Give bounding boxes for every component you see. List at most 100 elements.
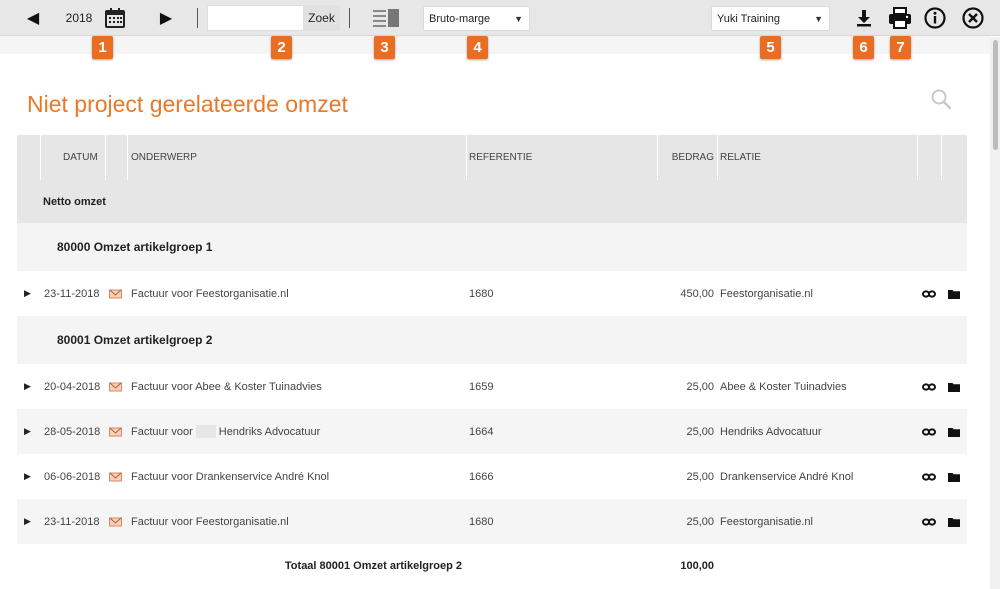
expand-chevron-icon[interactable]: ▶: [24, 271, 31, 316]
header-band: [0, 36, 990, 54]
row-datum: 23-11-2018: [44, 515, 100, 528]
section-label: Netto omzet: [43, 195, 106, 208]
row-bedrag: 25,00: [686, 470, 714, 483]
close-button[interactable]: [961, 0, 985, 36]
folder-icon[interactable]: [948, 271, 960, 316]
row-bedrag: 25,00: [686, 515, 714, 528]
invoice-icon: [109, 499, 122, 544]
row-referentie: 1680: [469, 287, 494, 300]
layout-toggle-icon: [373, 9, 399, 27]
group-total-value: 100,00: [680, 559, 714, 572]
annotation-badge-4: 4: [467, 36, 488, 59]
annotation-badge-3: 3: [374, 36, 395, 59]
toolbar: ◀ 2018 ▶ Zoek Bruto-marge ▼ Yuki Trainin…: [0, 0, 1000, 36]
table-row[interactable]: ▶ 28-05-2018 Factuur voor Hendriks Advoc…: [17, 409, 967, 454]
chevron-down-icon: ▼: [514, 14, 523, 24]
row-datum: 06-06-2018: [44, 470, 101, 483]
invoice-icon: [109, 409, 122, 454]
invoice-icon: [109, 271, 122, 316]
expand-chevron-icon[interactable]: ▶: [24, 409, 31, 454]
expand-chevron-icon[interactable]: ▶: [24, 364, 31, 409]
invoice-icon: [109, 364, 122, 409]
group-total-label: Totaal 80001 Omzet artikelgroep 2: [284, 559, 462, 572]
table-row[interactable]: ▶ 06-06-2018 Factuur voor Drankenservice…: [17, 454, 967, 499]
row-referentie: 1664: [469, 425, 494, 438]
row-relatie: Abee & Koster Tuinadvies: [720, 380, 847, 393]
folder-icon[interactable]: [948, 409, 960, 454]
row-datum: 20-04-2018: [44, 380, 101, 393]
previous-year-button[interactable]: ◀: [22, 0, 44, 36]
toolbar-divider: [197, 8, 198, 28]
row-onderwerp: Factuur voor Hendriks Advocatuur: [131, 409, 320, 454]
row-referentie: 1680: [469, 515, 494, 528]
administration-select[interactable]: Yuki Training ▼: [711, 6, 830, 31]
print-button[interactable]: [887, 0, 913, 36]
revenue-table: DATUM ONDERWERP REFERENTIE BEDRAG RELATI…: [17, 135, 967, 587]
column-header-bedrag[interactable]: BEDRAG: [657, 135, 714, 180]
calendar-button[interactable]: [103, 0, 127, 36]
layout-toggle-button[interactable]: [372, 0, 400, 36]
column-header-relatie[interactable]: RELATIE: [720, 135, 761, 180]
view-select[interactable]: Bruto-marge ▼: [423, 6, 530, 31]
annotation-badge-6: 6: [853, 36, 874, 59]
table-header: DATUM ONDERWERP REFERENTIE BEDRAG RELATI…: [17, 135, 967, 180]
group-row: 80000 Omzet artikelgroep 1: [17, 223, 967, 271]
print-icon: [889, 7, 911, 29]
annotation-badge-1: 1: [92, 36, 113, 59]
annotation-badge-5: 5: [760, 36, 781, 59]
view-select-value: Bruto-marge: [429, 12, 491, 25]
row-referentie: 1666: [469, 470, 494, 483]
link-icon[interactable]: [922, 271, 936, 316]
row-relatie: Drankenservice André Knol: [720, 470, 854, 483]
section-row: Netto omzet: [17, 180, 967, 223]
download-icon: [857, 10, 871, 27]
group-total-row: Totaal 80001 Omzet artikelgroep 2 100,00: [17, 544, 967, 587]
page-title: Niet project gerelateerde omzet: [27, 91, 348, 117]
scrollbar-thumb[interactable]: [993, 40, 998, 150]
expand-chevron-icon[interactable]: ▶: [24, 499, 31, 544]
close-circle-icon: [962, 7, 984, 29]
group-label: 80001 Omzet artikelgroep 2: [57, 333, 213, 347]
invoice-icon: [109, 454, 122, 499]
column-header-referentie[interactable]: REFERENTIE: [469, 135, 532, 180]
row-bedrag: 25,00: [686, 380, 714, 393]
table-row[interactable]: ▶ 23-11-2018 Factuur voor Feestorganisat…: [17, 271, 967, 316]
link-icon[interactable]: [922, 454, 936, 499]
table-search-button[interactable]: [930, 88, 952, 113]
next-year-button[interactable]: ▶: [155, 0, 177, 36]
column-header-datum[interactable]: DATUM: [63, 135, 98, 180]
row-onderwerp-suffix: Hendriks Advocatuur: [218, 425, 321, 438]
row-datum: 28-05-2018: [44, 425, 101, 438]
table-row[interactable]: ▶ 23-11-2018 Factuur voor Feestorganisat…: [17, 499, 967, 544]
info-icon: [924, 7, 946, 29]
row-datum: 23-11-2018: [44, 287, 100, 300]
row-relatie: Hendriks Advocatuur: [720, 425, 822, 438]
download-button[interactable]: [853, 0, 875, 36]
folder-icon[interactable]: [948, 454, 960, 499]
annotation-badge-2: 2: [271, 36, 292, 59]
calendar-icon: [105, 8, 125, 28]
chevron-down-icon: ▼: [814, 14, 823, 24]
link-icon[interactable]: [922, 499, 936, 544]
table-row[interactable]: ▶ 20-04-2018 Factuur voor Abee & Koster …: [17, 364, 967, 409]
administration-select-value: Yuki Training: [717, 12, 780, 25]
link-icon[interactable]: [922, 364, 936, 409]
row-bedrag: 25,00: [686, 425, 714, 438]
row-relatie: Feestorganisatie.nl: [720, 515, 813, 528]
expand-chevron-icon[interactable]: ▶: [24, 454, 31, 499]
row-onderwerp: Factuur voor Abee & Koster Tuinadvies: [131, 380, 322, 393]
info-button[interactable]: [923, 0, 947, 36]
row-onderwerp: Factuur voor Feestorganisatie.nl: [131, 287, 289, 300]
annotation-badge-7: 7: [890, 36, 911, 59]
column-header-onderwerp[interactable]: ONDERWERP: [131, 135, 197, 180]
year-label: 2018: [65, 11, 93, 25]
link-icon[interactable]: [922, 409, 936, 454]
row-onderwerp-prefix: Factuur voor: [131, 425, 193, 438]
row-relatie: Feestorganisatie.nl: [720, 287, 813, 300]
search-icon: [931, 89, 952, 110]
row-onderwerp: Factuur voor Feestorganisatie.nl: [131, 515, 289, 528]
folder-icon[interactable]: [948, 364, 960, 409]
search-button[interactable]: Zoek: [303, 5, 340, 31]
group-row: 80001 Omzet artikelgroep 2: [17, 316, 967, 364]
folder-icon[interactable]: [948, 499, 960, 544]
